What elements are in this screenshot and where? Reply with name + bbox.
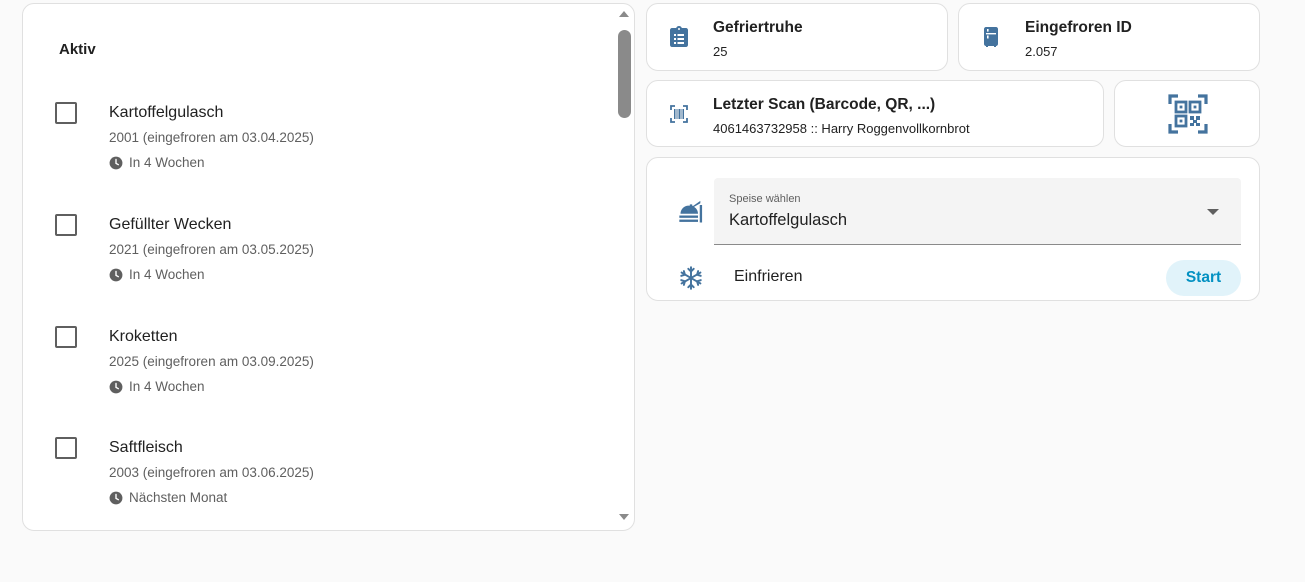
todo-item-due: Nächsten Monat [109,490,227,505]
todo-checkbox[interactable] [55,214,77,236]
todo-item[interactable]: Gefüllter Wecken 2021 (eingefroren am 03… [23,209,613,289]
todo-list-card: Aktiv Kartoffelgulasch 2001 (eingefroren… [22,3,635,531]
tile-last-scan-name: Letzter Scan (Barcode, QR, ...) [713,96,936,113]
todo-item-name: Kartoffelgulasch [109,104,224,121]
todo-item-due: In 4 Wochen [109,379,205,394]
tile-last-scan-state: 4061463732958 :: Harry Roggenvollkornbro… [713,121,970,136]
chevron-down-icon[interactable] [1207,209,1219,215]
snowflake-icon [680,266,702,290]
clock-icon [109,380,123,393]
tile-frozen-id-state: 2.057 [1025,44,1058,59]
todo-item-due: In 4 Wochen [109,155,205,170]
todo-item[interactable]: Kroketten 2025 (eingefroren am 03.09.202… [23,321,613,401]
tile-freezer[interactable]: Gefriertruhe 25 [646,3,948,71]
entities-card: Speise wählen Kartoffelgulasch Einfriere… [646,157,1260,301]
freezer-icon [984,27,998,47]
tile-last-scan[interactable]: Letzter Scan (Barcode, QR, ...) 40614637… [646,80,1104,147]
todo-item-due-text: In 4 Wochen [129,155,205,170]
clipboard-list-icon [670,26,688,47]
start-button[interactable]: Start [1166,260,1241,296]
clock-icon [109,491,123,504]
tile-frozen-id[interactable]: Eingefroren ID 2.057 [958,3,1260,71]
qrcode-scan-icon [1168,94,1208,134]
dish-select[interactable]: Speise wählen Kartoffelgulasch [714,178,1241,245]
tile-frozen-id-name: Eingefroren ID [1025,19,1132,36]
dish-select-label: Speise wählen [729,193,801,205]
todo-item-detail: 2001 (eingefroren am 03.04.2025) [109,130,314,145]
todo-checkbox[interactable] [55,437,77,459]
freeze-script-label: Einfrieren [734,268,803,285]
todo-checkbox[interactable] [55,102,77,124]
scrollbar[interactable] [614,8,634,524]
todo-item-name: Saftfleisch [109,439,183,456]
todo-section-title: Aktiv [59,41,96,58]
todo-item-due-text: In 4 Wochen [129,379,205,394]
todo-item-due-text: In 4 Wochen [129,267,205,282]
todo-item[interactable]: Saftfleisch 2003 (eingefroren am 03.06.2… [23,432,613,512]
barcode-scan-icon [670,104,688,123]
todo-item-detail: 2021 (eingefroren am 03.05.2025) [109,242,314,257]
scrollbar-thumb[interactable] [618,30,631,118]
dish-select-value: Kartoffelgulasch [729,211,848,229]
todo-item-name: Gefüllter Wecken [109,216,232,233]
todo-item-name: Kroketten [109,328,178,345]
todo-item[interactable]: Kartoffelgulasch 2001 (eingefroren am 03… [23,97,613,177]
scroll-up-arrow-icon[interactable] [619,11,629,17]
food-serving-icon [679,200,703,223]
tile-freezer-name: Gefriertruhe [713,19,803,36]
scroll-down-arrow-icon[interactable] [619,514,629,520]
qr-scan-button[interactable] [1114,80,1260,147]
clock-icon [109,156,123,169]
clock-icon [109,268,123,281]
todo-checkbox[interactable] [55,326,77,348]
tile-freezer-state: 25 [713,44,728,59]
todo-item-detail: 2025 (eingefroren am 03.09.2025) [109,354,314,369]
todo-item-detail: 2003 (eingefroren am 03.06.2025) [109,465,314,480]
todo-item-due: In 4 Wochen [109,267,205,282]
todo-item-due-text: Nächsten Monat [129,490,228,505]
